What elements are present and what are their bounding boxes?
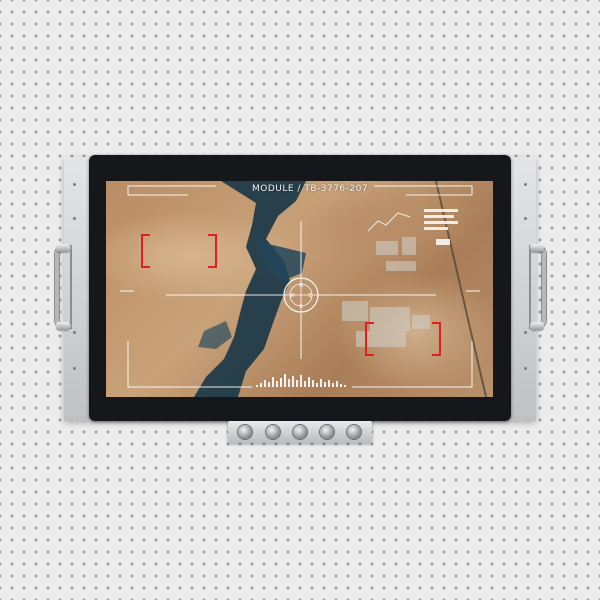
- hardware-button-strip: [228, 421, 372, 443]
- town-blocks: [342, 237, 430, 347]
- compass-south: S: [299, 304, 302, 310]
- satellite-map: N S E W: [120, 181, 487, 397]
- screw-icon: [73, 367, 76, 370]
- hw-button-1[interactable]: [238, 425, 252, 439]
- screw-icon: [73, 331, 76, 334]
- data-panel: [424, 209, 458, 245]
- screw-icon: [524, 217, 527, 220]
- screw-icon: [73, 183, 76, 186]
- handle-right-icon[interactable]: [530, 246, 546, 328]
- handle-bracket-icon: [56, 322, 70, 330]
- terrain-line-icon: [367, 212, 411, 232]
- handle-bracket-icon: [530, 244, 544, 252]
- compass-east: E: [308, 293, 311, 299]
- hw-button-5[interactable]: [347, 425, 361, 439]
- hw-button-2[interactable]: [266, 425, 280, 439]
- road-line: [435, 181, 487, 397]
- screw-icon: [73, 217, 76, 220]
- compass-west: W: [290, 293, 295, 299]
- hw-button-3[interactable]: [293, 425, 307, 439]
- display-screen[interactable]: N S E W MODULE / TB-3776-207: [106, 181, 493, 397]
- screw-icon: [524, 367, 527, 370]
- handle-bracket-icon: [530, 322, 544, 330]
- screw-icon: [524, 331, 527, 334]
- hw-button-4[interactable]: [320, 425, 334, 439]
- module-label: MODULE / TB-3776-207: [252, 184, 369, 194]
- screw-icon: [524, 183, 527, 186]
- compass-north: N: [299, 283, 303, 289]
- handle-bracket-icon: [56, 244, 70, 252]
- target-bracket-icon[interactable]: [141, 234, 217, 268]
- handle-left-icon[interactable]: [55, 246, 71, 328]
- river-shape: [198, 321, 232, 349]
- river-shape: [194, 181, 306, 397]
- signal-waveform: [256, 374, 346, 387]
